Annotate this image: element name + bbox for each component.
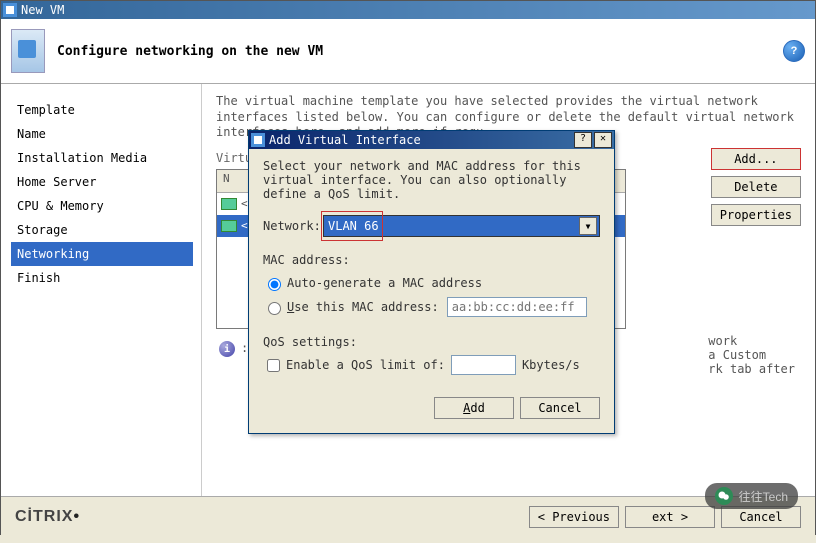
wechat-icon — [715, 487, 733, 505]
wizard-header: Configure networking on the new VM ? — [1, 19, 815, 84]
dialog-body: Select your network and MAC address for … — [249, 149, 614, 387]
qos-enable-label: Enable a QoS limit of: — [286, 358, 445, 372]
nav-cpu-memory[interactable]: CPU & Memory — [11, 194, 193, 218]
wizard-steps-nav: Template Name Installation Media Home Se… — [1, 84, 201, 496]
interface-action-buttons: Add... Delete Properties — [711, 148, 801, 226]
qos-section-label: QoS settings: — [263, 335, 600, 349]
qos-unit-label: Kbytes/s — [522, 358, 580, 372]
mac-address-input[interactable] — [447, 297, 587, 317]
nav-finish[interactable]: Finish — [11, 266, 193, 290]
nav-networking[interactable]: Networking — [11, 242, 193, 266]
next-button[interactable]: ext > — [625, 506, 715, 528]
info-icon: i — [219, 341, 235, 357]
mac-auto-label: Auto-generate a MAC address — [287, 276, 482, 290]
dialog-add-button[interactable]: Add — [434, 397, 514, 419]
qos-enable-checkbox[interactable] — [267, 359, 280, 372]
delete-interface-button[interactable]: Delete — [711, 176, 801, 198]
previous-button[interactable]: < Previous — [529, 506, 619, 528]
mac-manual-label: Use this MAC address: — [287, 300, 439, 314]
mac-manual-radio[interactable] — [268, 302, 281, 315]
network-selected-value: VLAN 66 — [328, 219, 379, 233]
brand-logo: CİTRIX• — [15, 508, 80, 526]
mac-section-label: MAC address: — [263, 253, 600, 267]
nav-home-server[interactable]: Home Server — [11, 170, 193, 194]
nav-template[interactable]: Template — [11, 98, 193, 122]
wizard-footer: CİTRIX• < Previous ext > Cancel — [1, 496, 815, 537]
window-title: New VM — [21, 3, 64, 17]
page-title: Configure networking on the new VM — [57, 44, 323, 59]
dialog-cancel-button[interactable]: Cancel — [520, 397, 600, 419]
list-item-label: < — [241, 219, 248, 232]
app-icon — [3, 3, 17, 17]
dialog-icon — [251, 133, 265, 147]
add-virtual-interface-dialog: Add Virtual Interface ? ✕ Select your ne… — [248, 130, 615, 434]
mac-auto-radio[interactable] — [268, 278, 281, 291]
window-titlebar[interactable]: New VM — [1, 1, 815, 19]
partial-hint-right: work a Custom rk tab after — [708, 334, 795, 376]
wizard-icon — [11, 29, 45, 73]
add-interface-button[interactable]: Add... — [711, 148, 801, 170]
watermark: 往往Tech — [705, 483, 798, 509]
cancel-button[interactable]: Cancel — [721, 506, 801, 528]
chevron-down-icon[interactable]: ▼ — [579, 217, 597, 235]
nic-icon — [221, 198, 237, 210]
network-label: Network: — [263, 219, 323, 233]
nav-installation-media[interactable]: Installation Media — [11, 146, 193, 170]
dialog-instruction: Select your network and MAC address for … — [263, 159, 600, 201]
dialog-footer: Add Cancel — [249, 387, 614, 433]
qos-limit-input[interactable] — [451, 355, 516, 375]
dialog-title: Add Virtual Interface — [269, 133, 421, 147]
watermark-text: 往往Tech — [739, 488, 788, 505]
nic-icon — [221, 220, 237, 232]
dialog-help-icon[interactable]: ? — [574, 132, 592, 148]
nav-storage[interactable]: Storage — [11, 218, 193, 242]
brand-text: CİTRIX — [15, 508, 73, 525]
nav-name[interactable]: Name — [11, 122, 193, 146]
brand-dot: • — [73, 508, 80, 525]
network-dropdown[interactable]: VLAN 66 ▼ — [323, 215, 600, 237]
list-item-label: < — [241, 197, 248, 210]
help-icon[interactable]: ? — [783, 40, 805, 62]
dialog-titlebar[interactable]: Add Virtual Interface ? ✕ — [249, 131, 614, 149]
close-icon[interactable]: ✕ — [594, 132, 612, 148]
properties-button[interactable]: Properties — [711, 204, 801, 226]
